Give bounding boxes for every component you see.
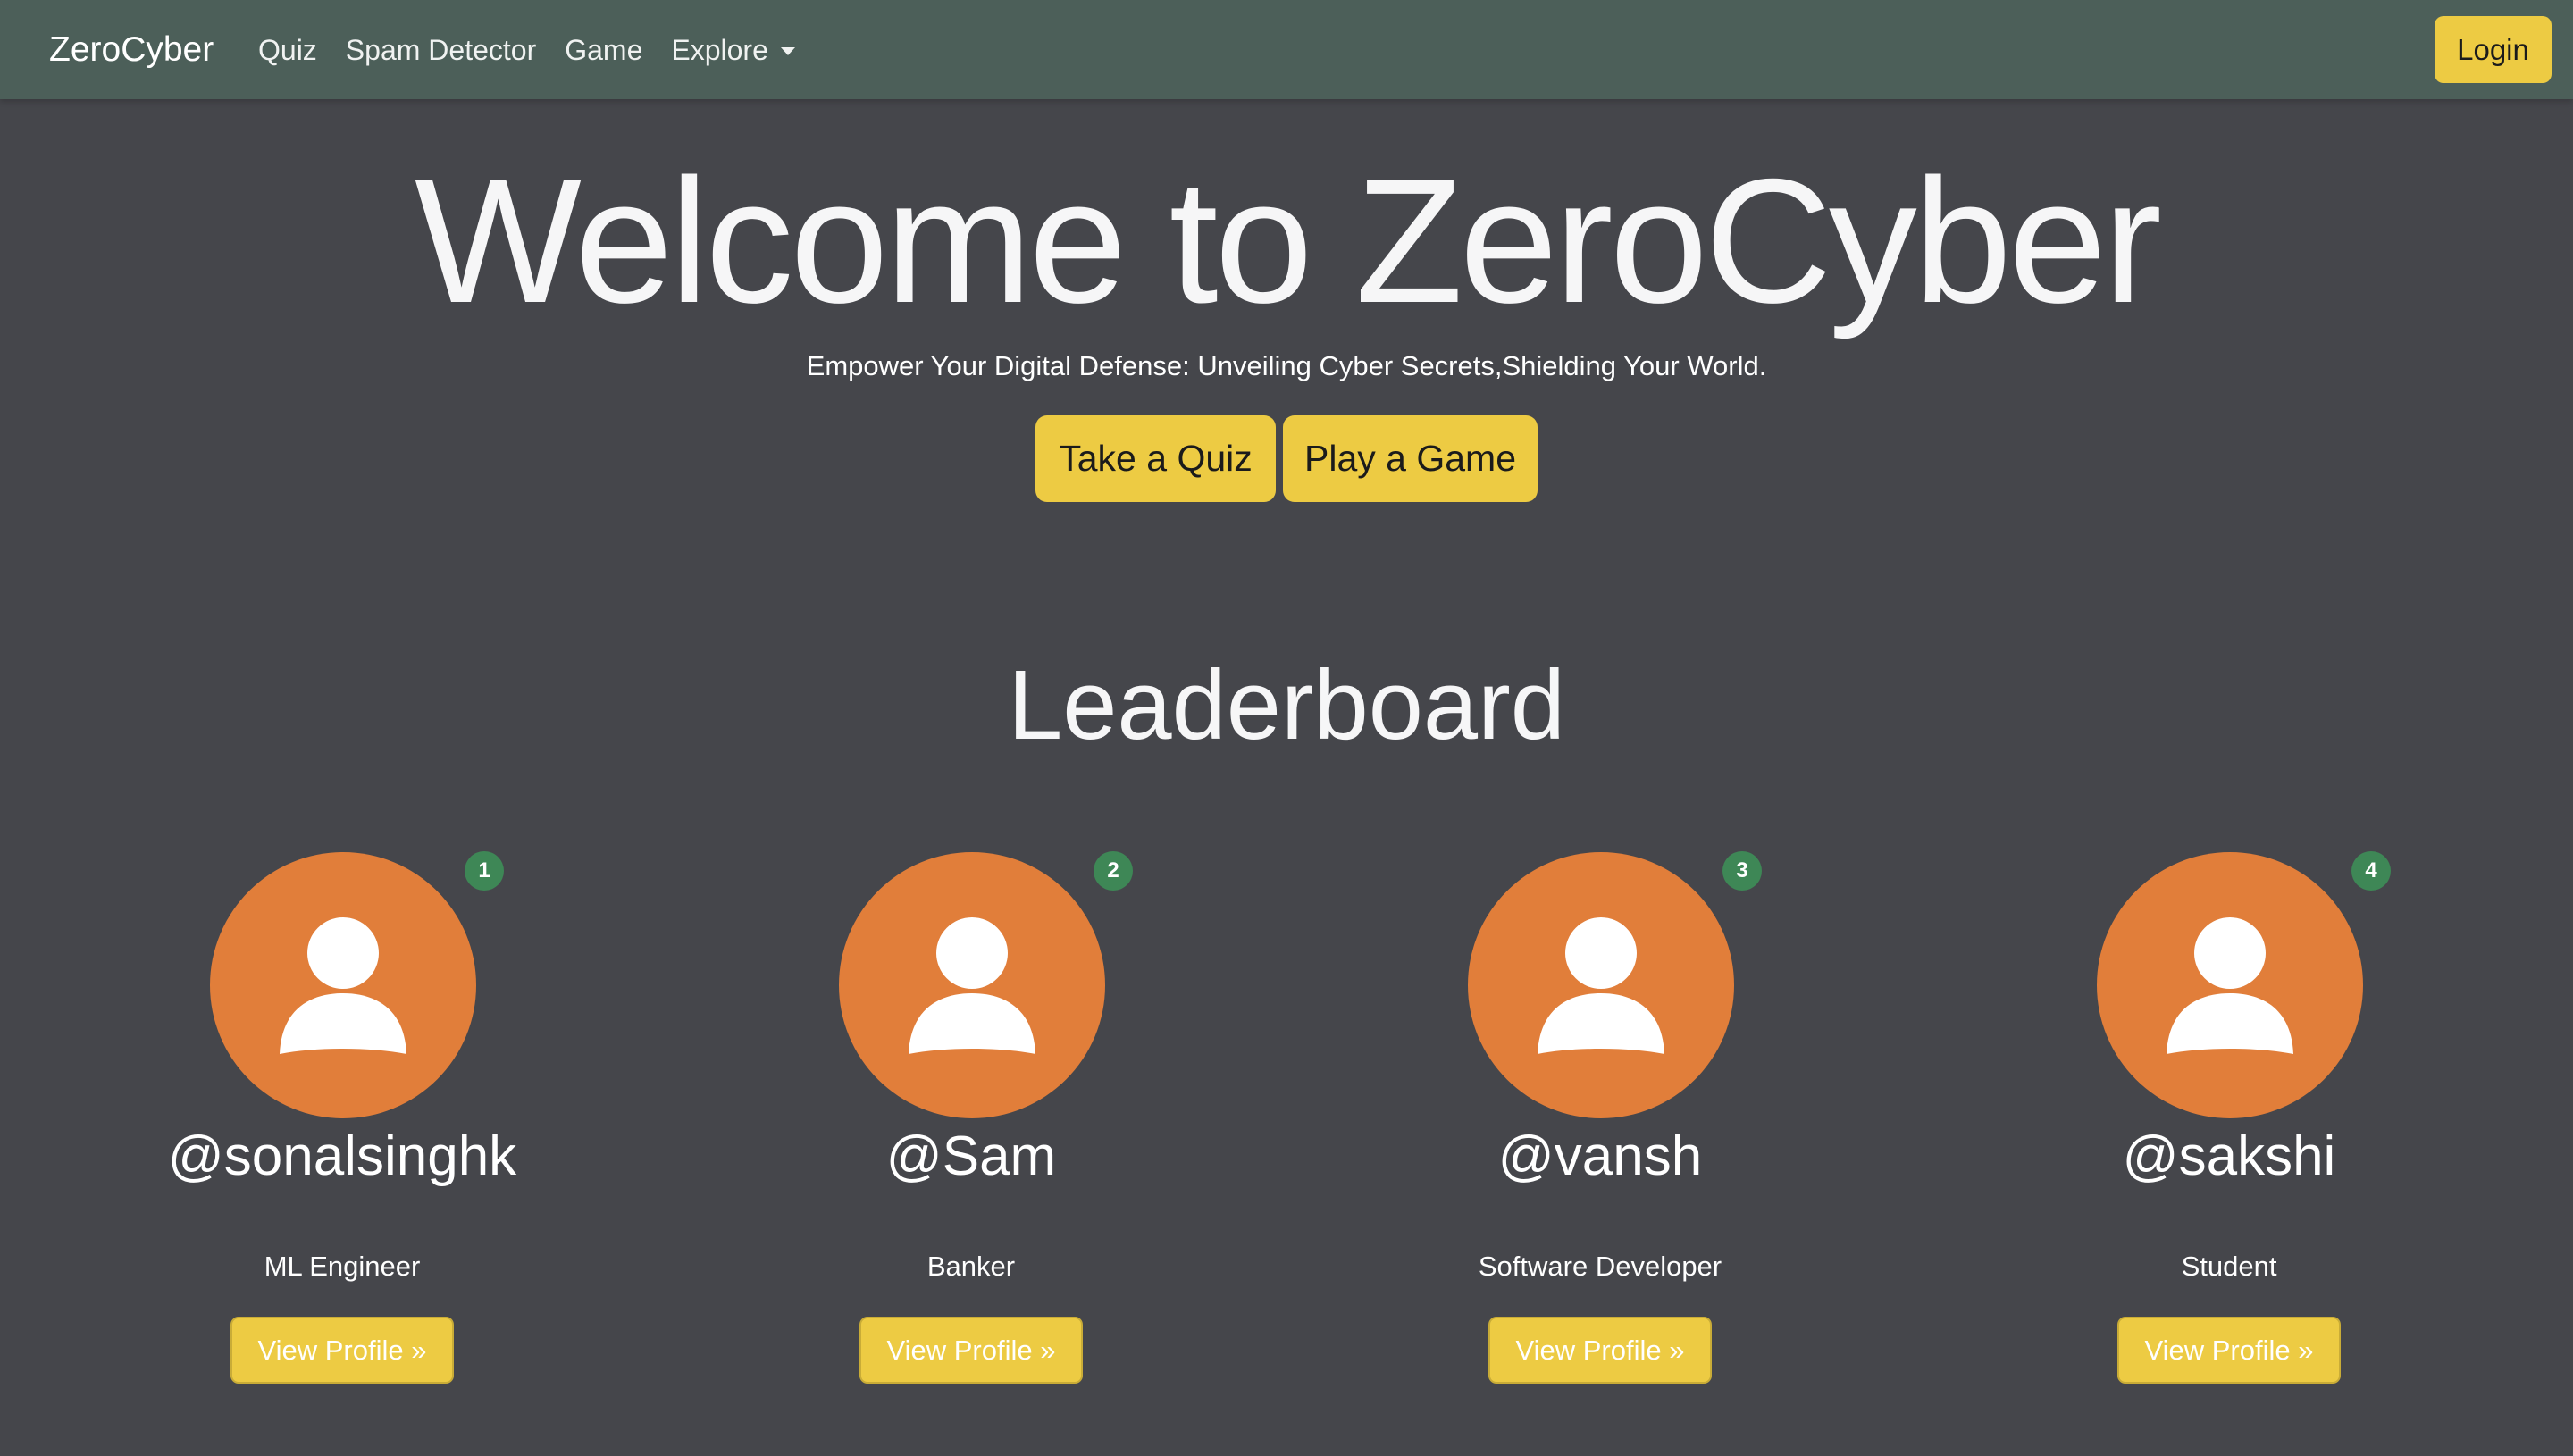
leaderboard-card: 4 @sakshi Student View Profile » — [1961, 831, 2497, 1402]
hero-title: Welcome to ZeroCyber — [414, 142, 2162, 339]
rank-badge: 3 — [1722, 851, 1762, 891]
view-profile-button[interactable]: View Profile » — [1488, 1317, 1712, 1384]
hero-subtitle: Empower Your Digital Defense: Unveiling … — [806, 350, 1767, 381]
caret-down-icon — [780, 46, 795, 55]
view-profile-button[interactable]: View Profile » — [230, 1317, 454, 1384]
leaderboard-card: 2 @Sam Banker View Profile » — [703, 831, 1239, 1402]
user-role: Banker — [926, 1251, 1016, 1282]
user-role: Student — [2181, 1251, 2277, 1282]
play-game-button[interactable]: Play a Game — [1283, 415, 1538, 502]
nav-link-spam-detector[interactable]: Spam Detector — [346, 25, 536, 75]
navbar: ZeroCyber Quiz Spam Detector Game Explor… — [0, 0, 2573, 99]
user-avatar-icon — [839, 852, 1105, 1118]
avatar-container: 2 — [839, 851, 1133, 1118]
rank-badge: 4 — [2351, 851, 2391, 891]
avatar-container: 4 — [2097, 851, 2391, 1118]
username: @sakshi — [2122, 1125, 2336, 1187]
take-quiz-button[interactable]: Take a Quiz — [1035, 415, 1276, 502]
view-profile-button[interactable]: View Profile » — [2117, 1317, 2341, 1384]
nav-dropdown-explore[interactable]: Explore — [671, 25, 795, 75]
nav-links: Quiz Spam Detector Game Explore — [258, 25, 824, 75]
hero-buttons: Take a Quiz Play a Game — [0, 415, 2573, 502]
login-button[interactable]: Login — [2435, 16, 2552, 83]
leaderboard-title: Leaderboard — [1008, 650, 1565, 760]
user-avatar-icon — [1468, 852, 1734, 1118]
username: @sonalsinghk — [167, 1125, 517, 1187]
avatar-container: 1 — [210, 851, 504, 1118]
rank-badge: 1 — [465, 851, 504, 891]
nav-link-quiz[interactable]: Quiz — [258, 25, 317, 75]
brand-logo-link[interactable]: ZeroCyber — [49, 25, 214, 75]
user-role: Software Developer — [1478, 1251, 1722, 1282]
avatar-container: 3 — [1468, 851, 1762, 1118]
username: @Sam — [885, 1125, 1057, 1187]
rank-badge: 2 — [1094, 851, 1133, 891]
leaderboard-card: 3 @vansh Software Developer View Profile… — [1332, 831, 1868, 1402]
view-profile-button[interactable]: View Profile » — [859, 1317, 1083, 1384]
user-role: ML Engineer — [264, 1251, 421, 1282]
username: @vansh — [1497, 1125, 1703, 1187]
nav-dropdown-explore-label: Explore — [671, 34, 768, 66]
leaderboard-card: 1 @sonalsinghk ML Engineer View Profile … — [74, 831, 610, 1402]
nav-link-game[interactable]: Game — [565, 25, 642, 75]
user-avatar-icon — [2097, 852, 2363, 1118]
user-avatar-icon — [210, 852, 476, 1118]
